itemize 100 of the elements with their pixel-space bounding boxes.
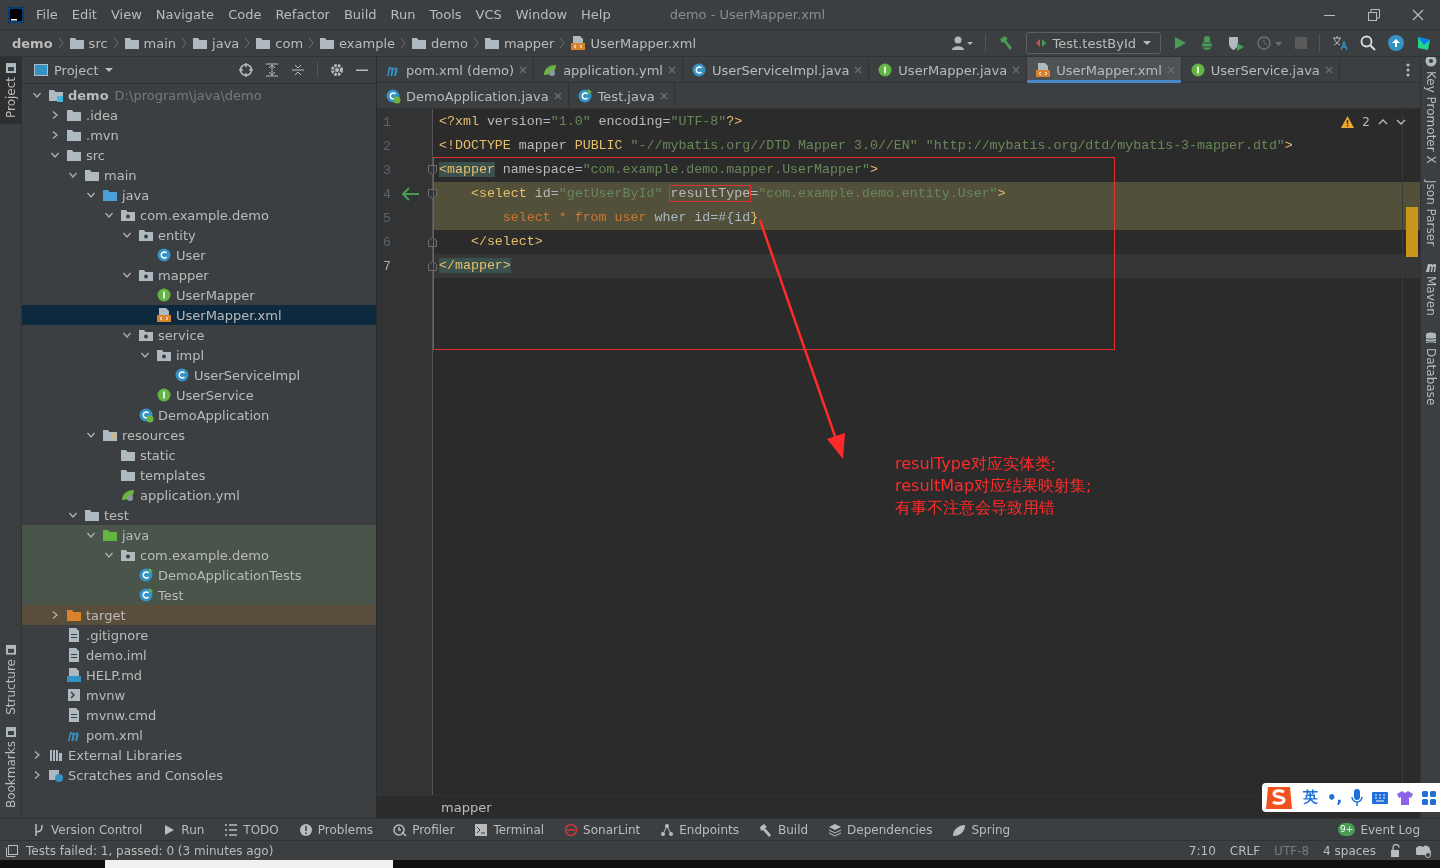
translate-icon[interactable] (1332, 35, 1348, 51)
update-icon[interactable] (1388, 35, 1404, 51)
tree-row[interactable]: mvnw.cmd (22, 705, 376, 725)
fold-icon[interactable] (428, 189, 437, 199)
more-icon[interactable] (1406, 62, 1410, 77)
tool-window-tab[interactable]: Project (0, 57, 22, 125)
tool-window-button[interactable]: Spring (952, 822, 1011, 837)
lock-icon[interactable] (1390, 844, 1402, 857)
collapse-all-icon[interactable] (291, 63, 305, 77)
tree-row[interactable]: .mvn (22, 125, 376, 145)
tree-row[interactable]: demo D:\program\java\demo (22, 85, 376, 105)
breadcrumb-item[interactable]: java (212, 35, 240, 51)
tool-window-tab[interactable]: Json Parser (1421, 171, 1440, 254)
breadcrumb-item[interactable]: src (88, 35, 108, 51)
caret-position[interactable]: 7:10 (1188, 843, 1216, 858)
breadcrumb-item[interactable]: mapper (503, 35, 555, 51)
microphone-icon[interactable] (1351, 789, 1364, 806)
tree-row[interactable]: User (22, 245, 376, 265)
tool-window-button[interactable]: Terminal (474, 822, 545, 837)
status-message[interactable]: Tests failed: 1, passed: 0 (3 minutes ago) (26, 843, 274, 858)
menu-item[interactable]: Refactor (268, 7, 337, 22)
breadcrumb-item[interactable]: example (339, 35, 396, 51)
tree-row[interactable]: UserMapper (22, 285, 376, 305)
left-arrow-icon[interactable] (402, 187, 420, 201)
panel-title[interactable]: Project (54, 62, 99, 78)
tool-window-tab[interactable]: Database (1421, 323, 1440, 413)
tool-window-button[interactable]: Profiler (393, 822, 455, 837)
warning-count[interactable]: 2 (1362, 115, 1370, 129)
menu-item[interactable]: Build (336, 7, 384, 22)
menu-item[interactable]: Navigate (148, 7, 222, 22)
editor-tab[interactable]: Test.java (568, 83, 675, 109)
menu-item[interactable]: Run (383, 7, 423, 22)
shield-run-icon[interactable] (1227, 35, 1245, 51)
tree-row[interactable]: service (22, 325, 376, 345)
breadcrumb-item[interactable]: UserMapper.xml (590, 35, 696, 51)
tree-row[interactable]: UserServiceImpl (22, 365, 376, 385)
event-log-button[interactable]: 9+ Event Log (1338, 822, 1420, 837)
tree-row[interactable]: demo.iml (22, 645, 376, 665)
tree-row[interactable]: entity (22, 225, 376, 245)
breadcrumb-item[interactable]: mapper (441, 799, 492, 815)
tool-window-tab[interactable]: Structure (0, 639, 22, 721)
shirt-icon[interactable] (1397, 790, 1414, 805)
tree-row[interactable]: resources (22, 425, 376, 445)
breadcrumb-item[interactable]: demo (431, 35, 468, 51)
tree-row[interactable]: com.example.demo (22, 205, 376, 225)
tree-row[interactable]: static (22, 445, 376, 465)
menu-item[interactable]: File (29, 7, 65, 22)
grid-icon[interactable] (1422, 790, 1437, 805)
tree-row[interactable]: Scratches and Consoles (22, 765, 376, 785)
tool-window-button[interactable]: Build (758, 822, 809, 837)
menu-item[interactable]: Code (221, 7, 269, 22)
tool-window-button[interactable]: Version Control (32, 822, 143, 837)
caret-icon[interactable] (104, 65, 115, 75)
user-icon[interactable] (950, 35, 973, 51)
bug-icon[interactable] (1199, 35, 1215, 51)
run-icon[interactable] (1173, 35, 1187, 51)
tree-row[interactable]: java (22, 185, 376, 205)
input-mode-toggle[interactable]: 英 (1303, 788, 1318, 807)
tree-row[interactable]: application.yml (22, 485, 376, 505)
tree-row[interactable]: test (22, 505, 376, 525)
tree-row[interactable]: mvnw (22, 685, 376, 705)
tree-row[interactable]: java (22, 525, 376, 545)
tree-row[interactable]: src (22, 145, 376, 165)
tool-window-tab[interactable]: Key Promoter X (1421, 57, 1440, 172)
menu-item[interactable]: Tools (422, 7, 469, 22)
editor-tab[interactable]: UserMapper.xml (1027, 57, 1182, 83)
tool-window-tab[interactable]: Bookmarks (0, 720, 22, 814)
fold-icon[interactable] (428, 237, 437, 247)
tree-row[interactable]: com.example.demo (22, 545, 376, 565)
tree-row[interactable]: HELP.md (22, 665, 376, 685)
hammer-icon[interactable] (997, 35, 1014, 51)
tree-row[interactable]: main (22, 165, 376, 185)
expand-all-icon[interactable] (265, 63, 279, 77)
punctuation-toggle[interactable]: •, (1327, 788, 1343, 807)
tool-window-button[interactable]: Problems (298, 822, 374, 837)
tree-row[interactable]: External Libraries (22, 745, 376, 765)
panel-toggle-icon[interactable] (6, 844, 18, 857)
fold-icon[interactable] (428, 165, 437, 175)
tool-window-tab[interactable]: Maven (1421, 253, 1440, 324)
run-configuration-dropdown[interactable]: Test.testById (1025, 32, 1161, 54)
indent-setting[interactable]: 4 spaces (1323, 843, 1376, 858)
menu-item[interactable]: Edit (64, 7, 104, 22)
toolbox-icon[interactable] (1416, 35, 1432, 51)
restore-icon[interactable] (1368, 8, 1380, 21)
tree-row[interactable]: .gitignore (22, 625, 376, 645)
tree-row[interactable]: DemoApplication (22, 405, 376, 425)
tree-row[interactable]: pom.xml (22, 725, 376, 745)
tool-window-button[interactable]: TODO (224, 822, 279, 837)
tree-row[interactable]: UserService (22, 385, 376, 405)
tool-window-button[interactable]: Run (162, 822, 205, 837)
tree-row[interactable]: Test (22, 585, 376, 605)
tree-row[interactable]: .idea (22, 105, 376, 125)
tree-row[interactable]: UserMapper.xml (22, 305, 376, 325)
tree-row[interactable]: target (22, 605, 376, 625)
close-icon[interactable] (1412, 8, 1424, 21)
line-separator[interactable]: CRLF (1229, 843, 1261, 858)
breadcrumb-item[interactable]: main (143, 35, 177, 51)
tree-row[interactable]: templates (22, 465, 376, 485)
tool-window-button[interactable]: SonarLint (564, 822, 641, 837)
tool-window-button[interactable]: Endpoints (660, 822, 739, 837)
